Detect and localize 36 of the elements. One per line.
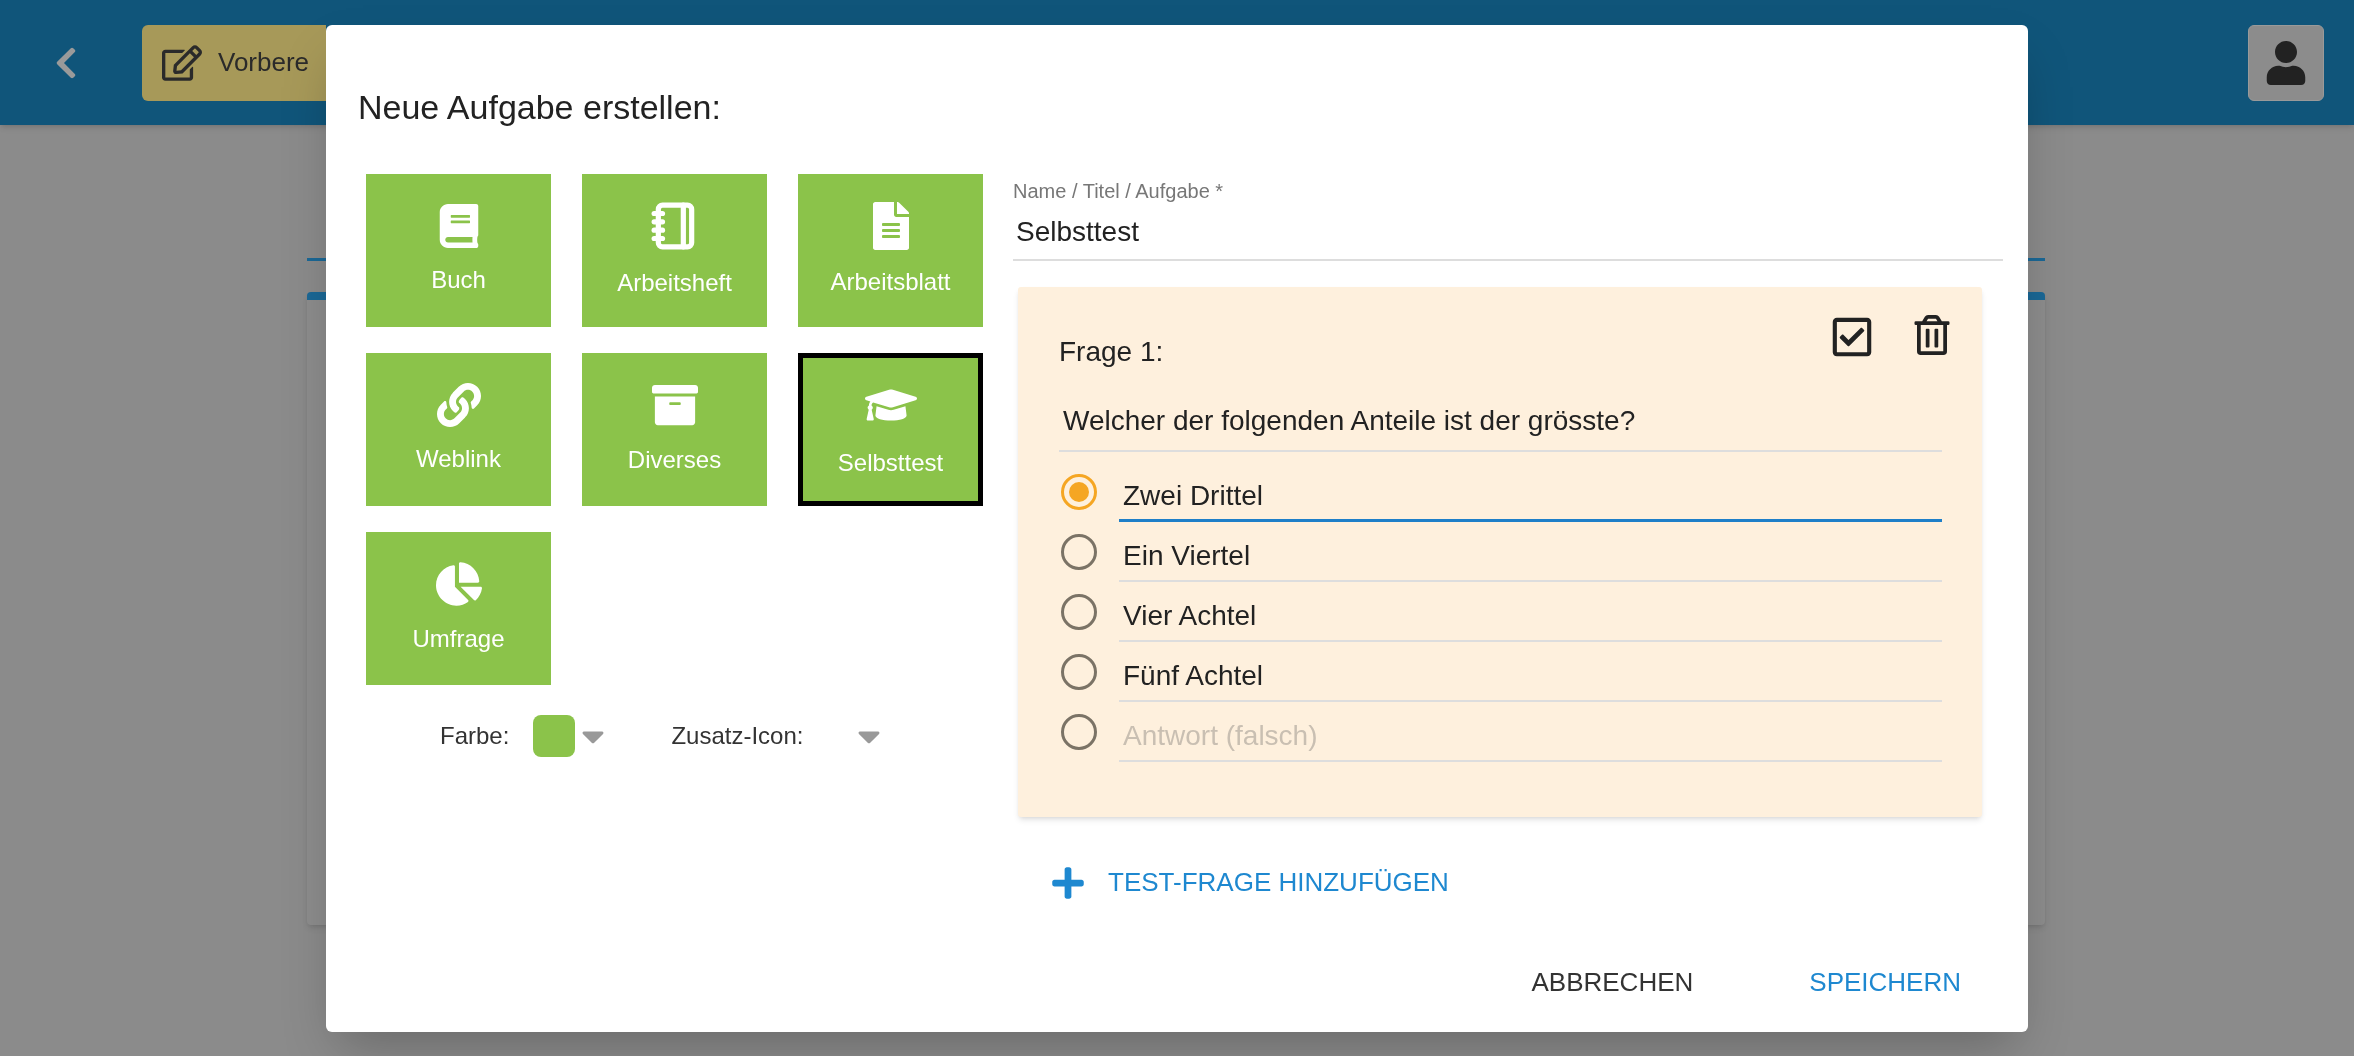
radio-button[interactable] [1061,654,1097,690]
user-icon [2264,40,2308,85]
radio-button[interactable] [1061,534,1097,570]
extra-icon-label: Zusatz-Icon: [671,721,804,751]
name-field[interactable]: Selbsttest [1013,211,2003,261]
plus-icon [1050,864,1086,901]
prepare-button[interactable]: Vorbere [142,24,326,101]
pie-chart-icon [435,560,482,607]
answer-field[interactable]: Ein Viertel [1119,532,1942,582]
edit-icon [162,42,202,83]
radio-button[interactable] [1061,474,1097,510]
link-icon [436,382,481,427]
checkbox-icon[interactable] [1830,315,1874,359]
question-field[interactable]: Welcher der folgenden Anteile ist der grösste? [1059,400,1942,452]
answer-field[interactable]: Zwei Drittel [1119,472,1942,522]
task-type-tile[interactable]: Arbeitsblatt [798,174,983,327]
color-swatch[interactable] [533,715,576,757]
question-title: Frage 1: [1059,335,1164,369]
task-type-tile[interactable]: Umfrage [366,532,551,685]
task-type-tile[interactable]: Buch [366,174,551,327]
answer-field[interactable]: Vier Achtel [1119,592,1942,642]
task-type-tile[interactable]: Diverses [582,353,767,506]
answer-field[interactable]: Fünf Achtel [1119,652,1942,702]
dialog-button[interactable]: SPEICHERN [1787,953,1983,1012]
task-type-tile[interactable]: Selbsttest [798,353,983,506]
task-type-tile[interactable]: Arbeitsheft [582,174,767,327]
user-avatar-button[interactable] [2248,24,2324,101]
radio-button[interactable] [1061,714,1097,750]
add-question-button[interactable]: TEST-FRAGE HINZUFÜGEN [1050,863,1449,902]
color-label: Farbe: [440,721,510,751]
delete-icon[interactable] [1912,315,1952,355]
field-label: Name / Titel / Aufgabe * [1013,179,1224,204]
dialog-button[interactable]: ABBRECHEN [1509,953,1716,1012]
radio-button[interactable] [1061,594,1097,630]
dialog-title: Neue Aufgabe erstellen: [358,87,721,128]
task-type-tile[interactable]: Weblink [366,353,551,506]
